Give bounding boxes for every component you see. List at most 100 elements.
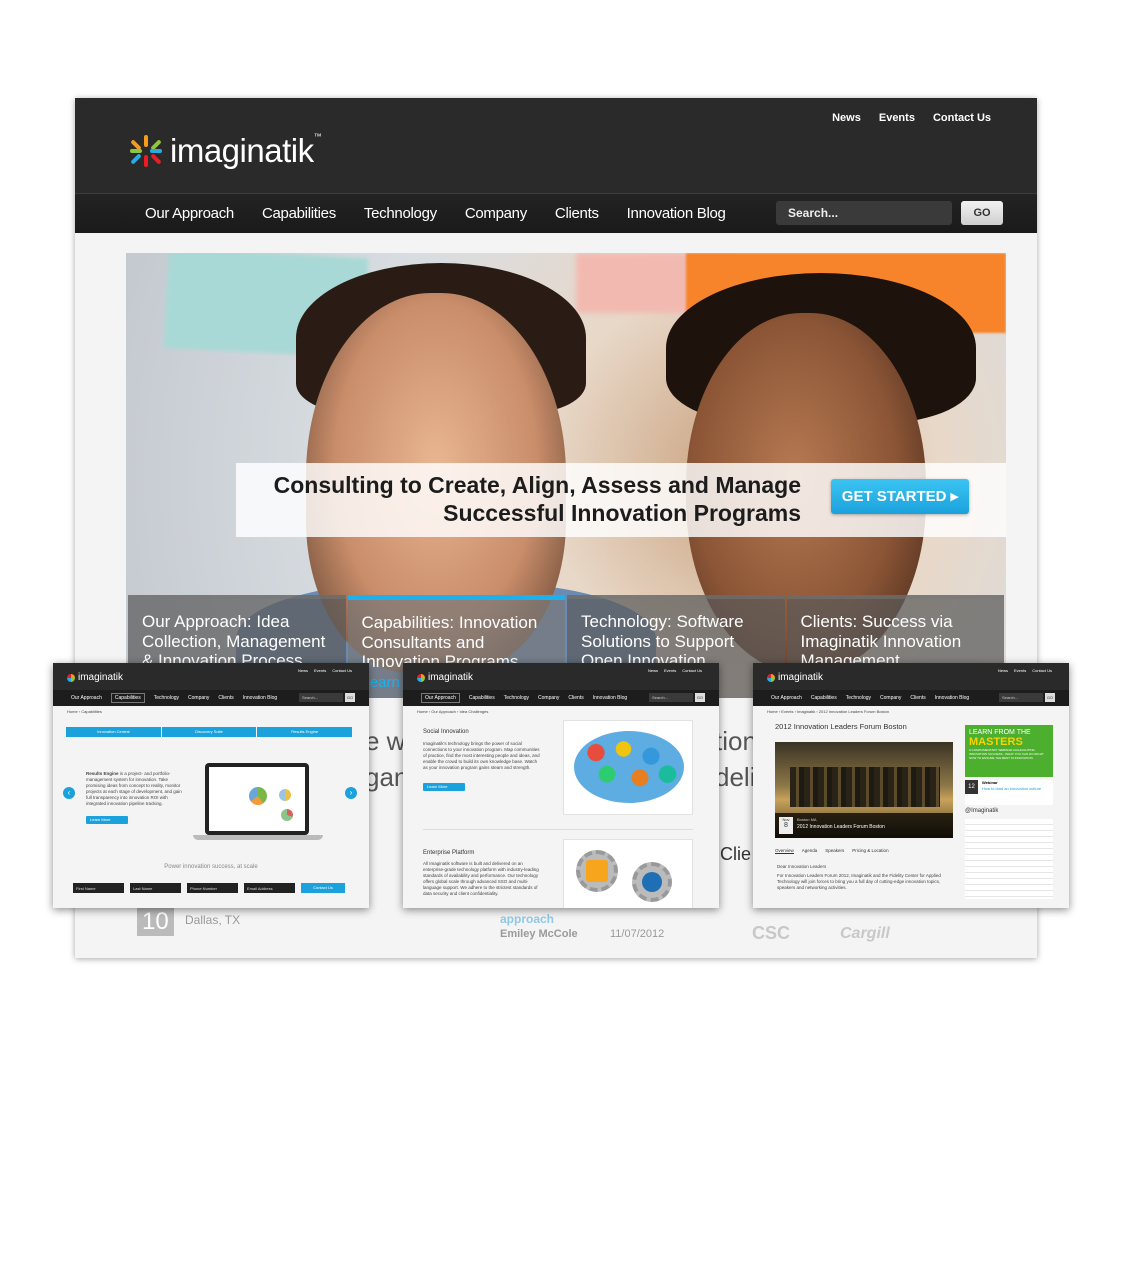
- mini-logo[interactable]: imaginatik: [417, 672, 473, 683]
- laptop-screen: [209, 767, 305, 831]
- hero-headline: Consulting to Create, Align, Assess and …: [266, 471, 801, 527]
- mini-nav-our-approach[interactable]: Our Approach: [771, 695, 802, 701]
- mini-util-events[interactable]: Events: [1014, 668, 1026, 673]
- webinar-title-link[interactable]: How to lead an innovation culture: [982, 786, 1052, 791]
- mini-nav-technology[interactable]: Technology: [846, 695, 871, 701]
- hero-headline-line1: Consulting to Create, Align, Assess and …: [273, 472, 801, 498]
- imaginatik-burst-icon: [130, 135, 162, 167]
- utility-link-contact[interactable]: Contact Us: [933, 112, 991, 124]
- mini-utility-nav: News Events Contact Us: [298, 668, 352, 673]
- tab-innovation-central[interactable]: Innovation Central: [66, 727, 161, 737]
- mini-util-contact[interactable]: Contact Us: [332, 668, 352, 673]
- nav-clients[interactable]: Clients: [555, 205, 599, 222]
- pie-chart-icon: [281, 809, 293, 821]
- utility-link-events[interactable]: Events: [879, 112, 915, 124]
- mini-nav-clients[interactable]: Clients: [910, 695, 925, 701]
- event-day-badge: 10: [137, 908, 174, 936]
- phone-field[interactable]: Phone Number: [187, 883, 238, 893]
- learn-more-button[interactable]: Learn More: [423, 783, 465, 791]
- mini-nav-company[interactable]: Company: [880, 695, 901, 701]
- mini-nav-capabilities[interactable]: Capabilities: [110, 693, 145, 703]
- mini-util-news[interactable]: News: [998, 668, 1008, 673]
- brand-wordmark: imaginatik™: [170, 132, 322, 169]
- body-text-fragment: e w: [365, 726, 406, 756]
- tab-results-engine[interactable]: Results Engine: [257, 727, 353, 737]
- mini-nav-company[interactable]: Company: [188, 695, 209, 701]
- mini-nav-company[interactable]: Company: [538, 695, 559, 701]
- mini-logo[interactable]: imaginatik: [767, 672, 823, 683]
- event-date-day: 8: [784, 822, 788, 829]
- panel-text: Clients: Success via Imaginatik Innovati…: [800, 612, 962, 670]
- tab-discovery-suite[interactable]: Discovery Suite: [161, 727, 257, 737]
- mini-go-button[interactable]: GO: [345, 693, 355, 702]
- utility-link-news[interactable]: News: [832, 112, 861, 124]
- social-innovation-body: Imaginatik's technology brings the power…: [423, 741, 540, 770]
- body-text-fragment: tion: [715, 726, 757, 756]
- laptop-base: [193, 835, 323, 840]
- mini-nav-capabilities[interactable]: Capabilities: [469, 695, 495, 701]
- search-input[interactable]: Search...: [776, 201, 952, 225]
- contact-us-button[interactable]: Contact Us: [301, 883, 345, 893]
- mini-nav-capabilities[interactable]: Capabilities: [811, 695, 837, 701]
- mini-search-input[interactable]: Search...: [649, 693, 693, 702]
- main-nav: Our Approach Capabilities Technology Com…: [145, 205, 754, 222]
- breadcrumb: Home › Events › Imaginatik › 2012 Innova…: [767, 709, 890, 714]
- mini-util-contact[interactable]: Contact Us: [682, 668, 702, 673]
- tab-pricing-location[interactable]: Pricing & Location: [852, 848, 888, 854]
- mini-nav-our-approach[interactable]: Our Approach: [71, 695, 102, 701]
- gears-illustration: [563, 839, 693, 908]
- nav-innovation-blog[interactable]: Innovation Blog: [627, 205, 726, 222]
- imaginatik-burst-icon: [417, 673, 425, 682]
- mini-util-contact[interactable]: Contact Us: [1032, 668, 1052, 673]
- tab-speakers[interactable]: Speakers: [825, 848, 844, 854]
- blog-title[interactable]: approach: [500, 912, 554, 926]
- nav-capabilities[interactable]: Capabilities: [262, 205, 336, 222]
- mini-go-button[interactable]: GO: [695, 693, 705, 702]
- webinar-item[interactable]: 12 Webinar How to lead an innovation cul…: [965, 780, 1053, 805]
- hero-headline-line2: Successful Innovation Programs: [443, 500, 801, 526]
- mini-nav-technology[interactable]: Technology: [504, 695, 529, 701]
- mini-nav-blog[interactable]: Innovation Blog: [243, 695, 277, 701]
- skyline-buildings: [790, 767, 940, 807]
- get-started-button[interactable]: GET STARTED ▸: [831, 479, 969, 514]
- mini-nav-technology[interactable]: Technology: [154, 695, 179, 701]
- mini-header: imaginatik News Events Contact Us: [753, 663, 1069, 690]
- nav-company[interactable]: Company: [465, 205, 527, 222]
- header-bar: imaginatik™ News Events Contact Us: [75, 98, 1037, 193]
- twitter-handle[interactable]: @Imaginatik: [965, 808, 998, 814]
- clients-heading-fragment: Clie: [720, 844, 752, 864]
- database-icon: [642, 872, 662, 892]
- mini-util-news[interactable]: News: [298, 668, 308, 673]
- mini-nav-blog[interactable]: Innovation Blog: [935, 695, 969, 701]
- mini-nav-clients[interactable]: Clients: [218, 695, 233, 701]
- event-tabs: Overview Agenda Speakers Pricing & Locat…: [775, 848, 889, 854]
- first-name-field[interactable]: First Name: [73, 883, 124, 893]
- nav-technology[interactable]: Technology: [364, 205, 437, 222]
- brand-logo[interactable]: imaginatik™: [130, 132, 322, 170]
- panel-text: Our Approach: Idea Collection, Managemen…: [142, 612, 326, 670]
- mini-search-input[interactable]: Search...: [299, 693, 343, 702]
- mini-util-news[interactable]: News: [648, 668, 658, 673]
- mini-go-button[interactable]: GO: [1045, 693, 1055, 702]
- mini-util-events[interactable]: Events: [314, 668, 326, 673]
- tab-agenda[interactable]: Agenda: [802, 848, 818, 854]
- search-go-button[interactable]: GO: [961, 201, 1003, 225]
- city-skyline-photo: Nov 8 Boston MA 2012 Innovation Leaders F…: [775, 742, 953, 838]
- carousel-prev-icon[interactable]: ‹: [63, 787, 75, 799]
- mini-nav-blog[interactable]: Innovation Blog: [593, 695, 627, 701]
- mini-nav: Our Approach Capabilities Technology Com…: [53, 690, 369, 706]
- mini-logo[interactable]: imaginatik: [67, 672, 123, 683]
- last-name-field[interactable]: Last Name: [130, 883, 181, 893]
- nav-our-approach[interactable]: Our Approach: [145, 205, 234, 222]
- mini-search-input[interactable]: Search...: [999, 693, 1043, 702]
- mini-nav-our-approach[interactable]: Our Approach: [421, 693, 460, 703]
- tab-overview[interactable]: Overview: [775, 848, 794, 854]
- mini-utility-nav: News Events Contact Us: [648, 668, 702, 673]
- email-field[interactable]: Email Address: [244, 883, 295, 893]
- mini-nav-clients[interactable]: Clients: [568, 695, 583, 701]
- learn-more-button[interactable]: Learn More: [86, 816, 128, 824]
- results-engine-name: Results Engine: [86, 771, 119, 776]
- webinar-ad-banner[interactable]: LEARN FROM THE MASTERS A COMPLIMENTARY W…: [965, 725, 1053, 777]
- carousel-next-icon[interactable]: ›: [345, 787, 357, 799]
- mini-util-events[interactable]: Events: [664, 668, 676, 673]
